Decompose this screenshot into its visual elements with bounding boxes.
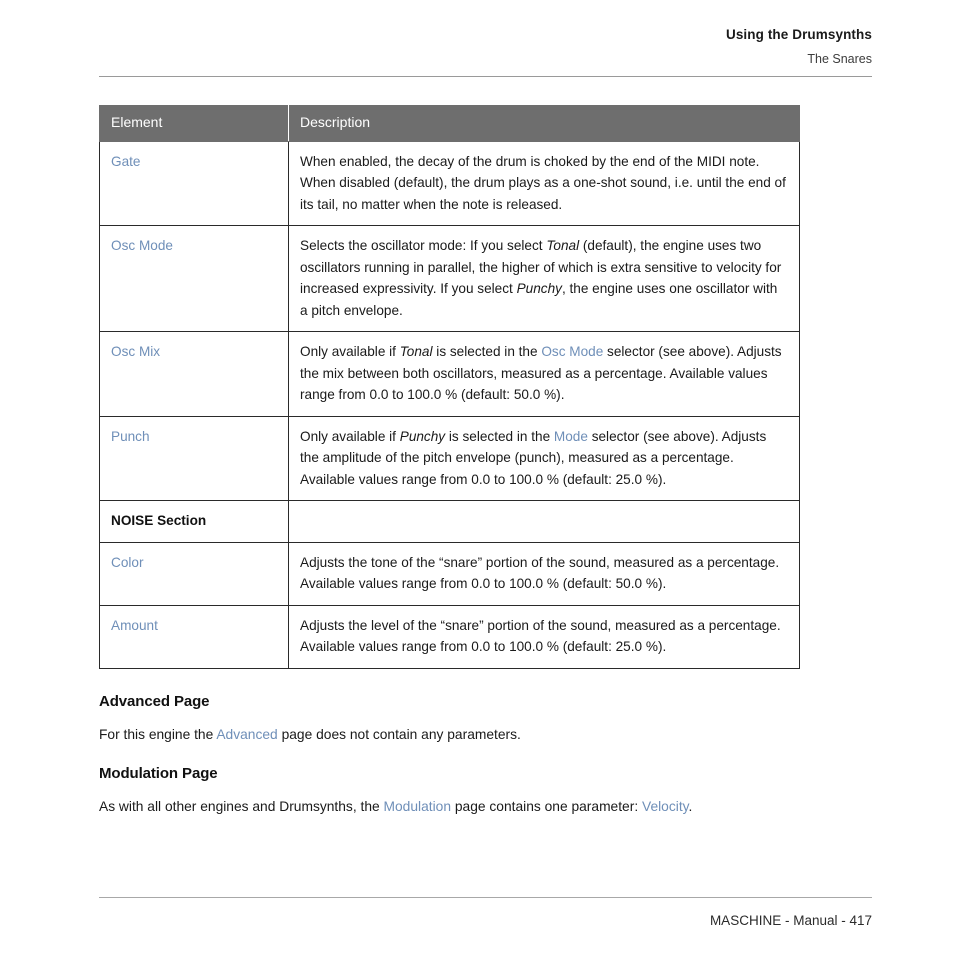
element-link[interactable]: Amount (111, 618, 158, 633)
table-cell-element: Gate (99, 140, 289, 226)
emphasis-text: Punchy (399, 428, 446, 444)
advanced-page-section: Advanced Page (99, 692, 805, 712)
inline-cross-reference-link[interactable]: Osc Mode (541, 344, 603, 359)
table-section-label: NOISE Section (99, 500, 289, 543)
description-text: Only available if Punchy is selected in … (300, 428, 767, 487)
modulation-page-paragraph-wrap: As with all other engines and Drumsynths… (99, 796, 802, 818)
modulation-page-heading: Modulation Page (99, 765, 218, 782)
document-page: Using the Drumsynths The Snares Element … (0, 0, 954, 954)
description-text: Only available if Tonal is selected in t… (300, 344, 782, 402)
column-header-description: Description (288, 105, 800, 142)
emphasis-text: Punchy (516, 281, 562, 296)
element-link[interactable]: Punch (111, 429, 150, 444)
table-row: Gate When enabled, the decay of the drum … (99, 140, 800, 226)
header-divider (99, 76, 872, 77)
table-cell-element: Osc Mode (99, 225, 289, 332)
emphasis-text: Tonal (399, 344, 433, 359)
table-cell-description: Selects the oscillator mode: If you sele… (288, 225, 800, 332)
modulation-page-paragraph: As with all other engines and Drumsynths… (99, 799, 693, 814)
parameter-table: Element Description Gate When enabled, th… (99, 105, 800, 669)
element-link[interactable]: Osc Mix (111, 344, 160, 359)
table-row: Osc Mix Only available if Tonal is select… (99, 331, 800, 417)
modulation-page-section: Modulation Page (99, 764, 805, 784)
section-label-text: NOISE Section (111, 513, 207, 528)
table-cell-description: Only available if Punchy is selected in … (288, 415, 800, 501)
table-row: Osc Mode Selects the oscillator mode: If … (99, 225, 800, 332)
table-row: Punch Only available if Punchy is selecte… (99, 415, 800, 501)
table-row: Amount Adjusts the level of the “snare” p… (99, 604, 800, 669)
table-row: NOISE Section (99, 500, 800, 543)
table-cell-element: Color (99, 541, 289, 606)
advanced-page-paragraph: For this engine the Advanced page does n… (99, 727, 521, 742)
emphasis-text: Tonal (546, 238, 580, 253)
running-head-section: The Snares (807, 52, 872, 66)
description-text: Selects the oscillator mode: If you sele… (300, 238, 782, 318)
inline-cross-reference-link[interactable]: Modulation (384, 799, 452, 814)
table-cell-description (288, 500, 800, 543)
inline-cross-reference-link[interactable]: Advanced (216, 727, 277, 742)
table-cell-description: Only available if Tonal is selected in t… (288, 331, 800, 417)
element-link[interactable]: Color (111, 555, 143, 570)
description-text: Adjusts the tone of the “snare” portion … (300, 554, 780, 592)
advanced-page-heading: Advanced Page (99, 693, 210, 710)
table-header-row: Element Description (99, 105, 800, 142)
inline-cross-reference-link[interactable]: Mode (554, 429, 588, 444)
inline-cross-reference-link[interactable]: Velocity (642, 799, 689, 814)
table-cell-description: When enabled, the decay of the drum is c… (288, 140, 800, 226)
table-body: Gate When enabled, the decay of the drum … (99, 140, 800, 669)
element-link[interactable]: Gate (111, 154, 140, 169)
element-link[interactable]: Osc Mode (111, 238, 173, 253)
table-row: Color Adjusts the tone of the “snare” por… (99, 541, 800, 606)
table-cell-element: Osc Mix (99, 331, 289, 417)
footer-text: MASCHINE - Manual - 417 (709, 913, 872, 928)
description-text: Adjusts the level of the “snare” portion… (300, 617, 781, 655)
table-cell-element: Amount (99, 604, 289, 669)
column-header-element: Element (99, 105, 289, 142)
table-cell-description: Adjusts the tone of the “snare” portion … (288, 541, 800, 606)
table-cell-description: Adjusts the level of the “snare” portion… (288, 604, 800, 669)
table-cell-element: Punch (99, 415, 289, 501)
footer-divider (99, 897, 872, 898)
advanced-page-paragraph-wrap: For this engine the Advanced page does n… (99, 724, 805, 746)
description-text: When enabled, the decay of the drum is c… (300, 153, 786, 212)
running-head: Using the Drumsynths The Snares (99, 26, 872, 68)
running-head-chapter: Using the Drumsynths (725, 27, 872, 42)
